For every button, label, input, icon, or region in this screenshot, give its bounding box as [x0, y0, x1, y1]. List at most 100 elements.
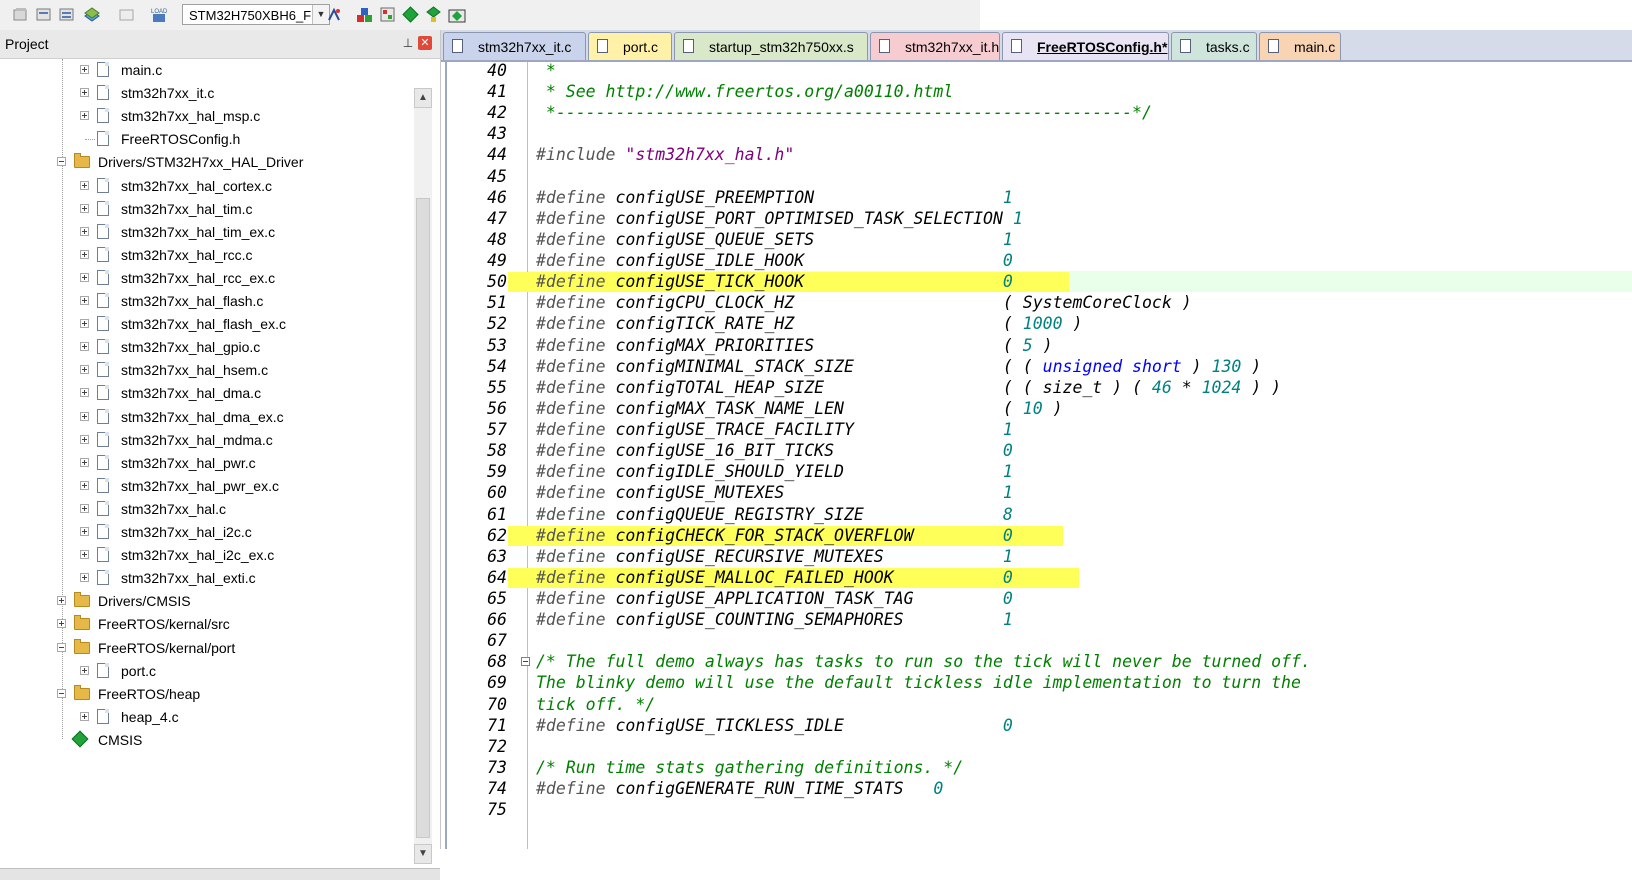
expand-icon[interactable]	[80, 226, 89, 236]
expand-icon[interactable]	[80, 457, 89, 467]
expand-icon[interactable]	[80, 88, 89, 98]
expand-icon[interactable]	[80, 365, 89, 375]
collapse-icon[interactable]	[57, 642, 66, 652]
tree-item[interactable]: stm32h7xx_hal_pwr_ex.c	[0, 475, 410, 497]
code-line[interactable]: 45	[441, 166, 1632, 188]
code-line[interactable]: 65 #define configUSE_APPLICATION_TASK_TAG…	[441, 588, 1632, 610]
code-line[interactable]: 60 #define configUSE_MUTEXES 1	[441, 482, 1632, 504]
code-line[interactable]: 61 #define configQUEUE_REGISTRY_SIZE 8	[441, 504, 1632, 526]
code-line[interactable]: 55 #define configTOTAL_HEAP_SIZE ( ( size…	[441, 377, 1632, 399]
code-line[interactable]: 49 #define configUSE_IDLE_HOOK 0	[441, 250, 1632, 272]
tree-item[interactable]: stm32h7xx_hal_rcc.c	[0, 244, 410, 266]
code-line[interactable]: 40 *	[441, 62, 1632, 82]
run-environment-icon[interactable]	[425, 6, 442, 23]
code-line[interactable]: 64 #define configUSE_MALLOC_FAILED_HOOK 0	[441, 567, 1632, 589]
tree-item[interactable]: stm32h7xx_hal_pwr.c	[0, 452, 410, 474]
tree-item[interactable]: FreeRTOSConfig.h	[0, 128, 410, 150]
scroll-thumb[interactable]	[416, 198, 430, 838]
tree-item[interactable]: stm32h7xx_hal_i2c_ex.c	[0, 544, 410, 566]
code-line[interactable]: 56 #define configMAX_TASK_NAME_LEN ( 10 )	[441, 398, 1632, 420]
code-line[interactable]: 46 #define configUSE_PREEMPTION 1	[441, 187, 1632, 209]
code-line[interactable]: 63 #define configUSE_RECURSIVE_MUTEXES 1	[441, 546, 1632, 568]
tree-item[interactable]: FreeRTOS/kernal/port	[0, 637, 410, 659]
expand-icon[interactable]	[80, 111, 89, 121]
expand-icon[interactable]	[80, 573, 89, 583]
tree-item[interactable]: stm32h7xx_it.c	[0, 82, 410, 104]
tab-stm32h7xx-it-c[interactable]: stm32h7xx_it.c	[443, 32, 586, 60]
code-line[interactable]: 68 /* The full demo always has tasks to r…	[441, 651, 1632, 673]
pack-installer-icon[interactable]	[448, 6, 466, 23]
expand-icon[interactable]	[80, 319, 89, 329]
manage-project-icon[interactable]	[379, 6, 396, 23]
code-line[interactable]: 58 #define configUSE_16_BIT_TICKS 0	[441, 440, 1632, 462]
expand-icon[interactable]	[80, 665, 89, 675]
tree-item[interactable]: stm32h7xx_hal_tim_ex.c	[0, 221, 410, 243]
code-line[interactable]: 48 #define configUSE_QUEUE_SETS 1	[441, 229, 1632, 251]
code-line[interactable]: 54 #define configMINIMAL_STACK_SIZE ( ( u…	[441, 356, 1632, 378]
expand-icon[interactable]	[80, 480, 89, 490]
tree-item[interactable]: stm32h7xx_hal_i2c.c	[0, 521, 410, 543]
target-select[interactable]: STM32H750XBH6_F ▼	[182, 4, 330, 25]
code-line[interactable]: 57 #define configUSE_TRACE_FACILITY 1	[441, 419, 1632, 441]
code-editor[interactable]: 40 * 41 * See http://www.freertos.org/a00…	[441, 62, 1632, 849]
tree-item[interactable]: stm32h7xx_hal_msp.c	[0, 105, 410, 127]
code-line[interactable]: 47 #define configUSE_PORT_OPTIMISED_TASK_…	[441, 208, 1632, 230]
tree-item[interactable]: FreeRTOS/kernal/src	[0, 613, 410, 635]
select-packs-icon[interactable]	[402, 6, 419, 23]
code-line[interactable]: 71 #define configUSE_TICKLESS_IDLE 0	[441, 715, 1632, 737]
expand-icon[interactable]	[80, 180, 89, 190]
expand-icon[interactable]	[80, 65, 89, 74]
expand-icon[interactable]	[80, 711, 89, 721]
code-line[interactable]: 66 #define configUSE_COUNTING_SEMAPHORES …	[441, 609, 1632, 631]
expand-icon[interactable]	[80, 388, 89, 398]
expand-icon[interactable]	[80, 203, 89, 213]
tree-item[interactable]: stm32h7xx_hal_cortex.c	[0, 175, 410, 197]
code-line[interactable]: 62 #define configCHECK_FOR_STACK_OVERFLOW…	[441, 525, 1632, 547]
code-line[interactable]: 73 /* Run time stats gathering definition…	[441, 757, 1632, 779]
tree-item[interactable]: stm32h7xx_hal_dma_ex.c	[0, 406, 410, 428]
tree-item[interactable]: Drivers/CMSIS	[0, 590, 410, 612]
expand-icon[interactable]	[80, 550, 89, 560]
collapse-icon[interactable]	[521, 657, 530, 667]
load-icon[interactable]: LOAD	[150, 6, 168, 23]
tree-item[interactable]: FreeRTOS/heap	[0, 683, 410, 705]
code-line[interactable]: 44 #include "stm32h7xx_hal.h"	[441, 144, 1632, 166]
code-line[interactable]: 42 *------------------------------------…	[441, 102, 1632, 124]
tree-item[interactable]: stm32h7xx_hal_flash_ex.c	[0, 313, 410, 335]
tree-item[interactable]: CMSIS	[0, 729, 410, 751]
tree-item[interactable]: heap_4.c	[0, 706, 410, 728]
code-line[interactable]: 51 #define configCPU_CLOCK_HZ ( SystemCor…	[441, 292, 1632, 314]
rebuild-icon[interactable]	[58, 6, 75, 23]
tab-freertosconfig-h[interactable]: FreeRTOSConfig.h*	[1002, 32, 1169, 60]
tree-item[interactable]: stm32h7xx_hal_gpio.c	[0, 336, 410, 358]
tab-stm32h7xx-it-h[interactable]: stm32h7xx_it.h	[870, 32, 1000, 60]
expand-icon[interactable]	[80, 249, 89, 259]
project-scrollbar[interactable]: ▲ ▼	[414, 88, 432, 864]
tree-item[interactable]: port.c	[0, 660, 410, 682]
pin-icon[interactable]: ⊥	[401, 35, 415, 51]
tab-main-c[interactable]: main.c	[1259, 32, 1341, 60]
code-line[interactable]: 53 #define configMAX_PRIORITIES ( 5 )	[441, 335, 1632, 357]
target-options-icon[interactable]	[326, 6, 343, 23]
expand-icon[interactable]	[80, 342, 89, 352]
tree-item[interactable]: Drivers/STM32H7xx_HAL_Driver	[0, 151, 410, 173]
manage-components-icon[interactable]	[356, 6, 373, 23]
tree-item[interactable]: stm32h7xx_hal_tim.c	[0, 198, 410, 220]
tree-item[interactable]: stm32h7xx_hal.c	[0, 498, 410, 520]
expand-icon[interactable]	[80, 411, 89, 421]
collapse-icon[interactable]	[57, 688, 66, 698]
close-icon[interactable]: ✕	[418, 36, 432, 50]
code-line[interactable]: 72	[441, 736, 1632, 758]
tree-item[interactable]: stm32h7xx_hal_dma.c	[0, 382, 410, 404]
code-line[interactable]: 50 #define configUSE_TICK_HOOK 0	[441, 271, 1632, 293]
code-line[interactable]: 69 The blinky demo will use the default t…	[441, 672, 1632, 694]
batch-build-icon[interactable]	[83, 6, 100, 23]
expand-icon[interactable]	[80, 527, 89, 536]
translate-icon[interactable]	[12, 6, 29, 23]
expand-icon[interactable]	[57, 596, 66, 606]
code-line[interactable]: 67	[441, 630, 1632, 652]
expand-icon[interactable]	[80, 296, 89, 305]
code-line[interactable]: 52 #define configTICK_RATE_HZ ( 1000 )	[441, 313, 1632, 335]
tree-item[interactable]: stm32h7xx_hal_rcc_ex.c	[0, 267, 410, 289]
collapse-icon[interactable]	[57, 157, 66, 167]
